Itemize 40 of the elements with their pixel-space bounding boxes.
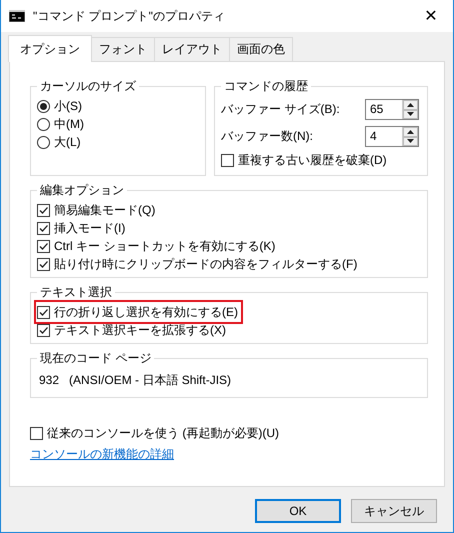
- radio-label[interactable]: 小(S): [54, 98, 82, 114]
- checkbox-label[interactable]: 簡易編集モード(Q): [54, 202, 156, 218]
- checkbox-label[interactable]: Ctrl キー ショートカットを有効にする(K): [54, 238, 276, 254]
- field-label: バッファー サイズ(B):: [221, 101, 340, 118]
- console-icon: [9, 10, 25, 22]
- checkbox[interactable]: [37, 240, 50, 252]
- checkbox-label[interactable]: 挿入モード(I): [54, 220, 126, 236]
- checkbox[interactable]: [30, 426, 43, 440]
- details-link[interactable]: コンソールの新機能の詳細: [30, 446, 174, 463]
- radio-label[interactable]: 中(M): [54, 116, 84, 132]
- dialog-button[interactable]: OK: [255, 499, 341, 523]
- group-title: テキスト選択: [39, 284, 113, 301]
- dialog-button[interactable]: キャンセル: [351, 499, 437, 523]
- number-spinner[interactable]: 4: [365, 126, 419, 147]
- checkbox[interactable]: [37, 324, 50, 336]
- checkbox[interactable]: [37, 204, 50, 216]
- checkbox[interactable]: [37, 258, 50, 270]
- checkbox-label[interactable]: 貼り付け時にクリップボードの内容をフィルターする(F): [54, 256, 358, 272]
- checkbox-label[interactable]: テキスト選択キーを拡張する(X): [54, 322, 226, 338]
- radio-button[interactable]: [37, 118, 50, 130]
- checkbox[interactable]: [37, 222, 50, 234]
- radio-button[interactable]: [37, 136, 50, 148]
- close-button[interactable]: ✕: [409, 0, 453, 32]
- radio-label[interactable]: 大(L): [54, 134, 81, 150]
- tab[interactable]: 画面の色: [229, 37, 293, 61]
- checkbox[interactable]: [221, 154, 234, 166]
- tab[interactable]: オプション: [8, 35, 92, 62]
- group-title: カーソルのサイズ: [39, 78, 137, 95]
- field-label: バッファー数(N):: [221, 128, 313, 145]
- checkbox-label[interactable]: 重複する古い履歴を破棄(D): [238, 152, 387, 168]
- checkbox[interactable]: [37, 306, 50, 318]
- group-title: 現在のコード ページ: [39, 350, 152, 367]
- group-title: コマンドの履歴: [223, 78, 309, 95]
- number-spinner[interactable]: 65: [365, 99, 419, 120]
- radio-button[interactable]: [37, 100, 50, 112]
- window-title: "コマンド プロンプト"のプロパティ: [33, 8, 226, 24]
- code-page-text: 932 (ANSI/OEM - 日本語 Shift-JIS): [38, 372, 232, 389]
- group-title: 編集オプション: [39, 182, 125, 199]
- checkbox-label[interactable]: 行の折り返し選択を有効にする(E): [54, 304, 238, 320]
- checkbox-label[interactable]: 従来のコンソールを使う (再起動が必要)(U): [47, 424, 279, 442]
